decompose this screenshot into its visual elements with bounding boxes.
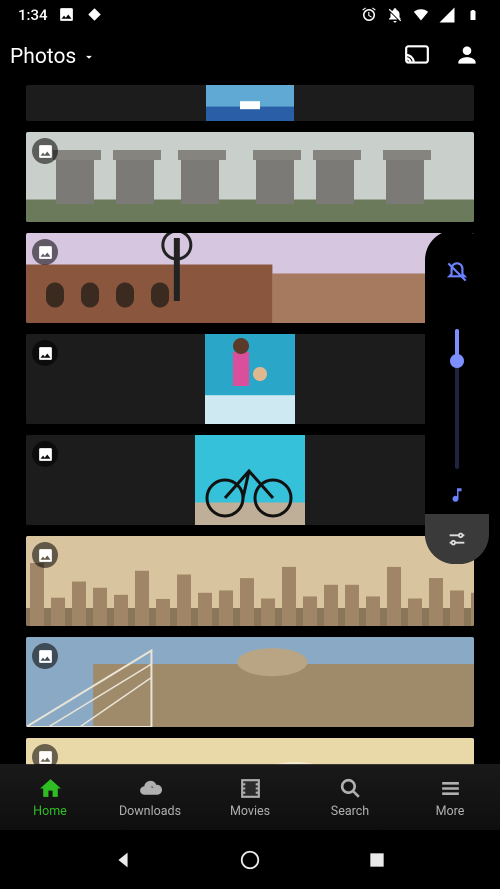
image-badge-icon: [32, 441, 58, 467]
app-title: Photos: [10, 45, 76, 69]
system-nav: [0, 830, 500, 889]
status-time: 1:34: [18, 6, 48, 24]
photo-item-louvre-paris[interactable]: [26, 637, 474, 727]
vibrate-off-icon: [444, 259, 470, 285]
image-badge-icon: [32, 643, 58, 669]
image-badge-icon: [32, 542, 58, 568]
system-home-button[interactable]: [238, 848, 262, 872]
nav-label: Movies: [230, 804, 270, 819]
bottom-nav: Home Downloads Movies Search More: [0, 764, 500, 830]
music-note-icon: [448, 486, 466, 508]
photo-thumbnail: [26, 738, 474, 765]
back-icon: [112, 849, 134, 871]
menu-icon: [438, 776, 463, 801]
app-title-dropdown[interactable]: Photos: [10, 45, 96, 69]
home-icon: [38, 776, 63, 801]
battery-icon: [464, 6, 482, 24]
photo-item-monument-sepia[interactable]: [26, 738, 474, 765]
image-badge-icon: [32, 340, 58, 366]
image-badge-icon: [32, 744, 58, 765]
photo-thumbnail: [26, 233, 474, 323]
nav-label: Home: [33, 804, 67, 819]
cloud-download-icon: [138, 776, 163, 801]
account-icon[interactable]: [454, 42, 480, 72]
photo-thumbnail: [26, 334, 474, 424]
movie-icon: [238, 776, 263, 801]
diamond-icon: [86, 6, 104, 24]
ringer-mode-button[interactable]: [425, 230, 489, 314]
volume-track: [455, 329, 459, 469]
signal-icon: [438, 6, 456, 24]
photo-item-stonehenge[interactable]: [26, 132, 474, 222]
image-badge-icon: [32, 138, 58, 164]
photo-thumbnail: [26, 85, 474, 121]
image-icon: [58, 6, 76, 24]
search-icon: [338, 776, 363, 801]
nav-label: Downloads: [119, 804, 181, 819]
system-recent-button[interactable]: [365, 848, 389, 872]
photo-item-kids-at-beach[interactable]: [26, 334, 474, 424]
nav-label: Search: [331, 804, 369, 819]
chevron-down-icon: [82, 50, 96, 64]
nav-search[interactable]: Search: [300, 764, 400, 830]
photo-thumbnail: [26, 637, 474, 727]
photo-thumbnail: [26, 132, 474, 222]
photo-item-boat-at-sea[interactable]: [26, 85, 474, 121]
notifications-off-icon: [386, 6, 404, 24]
nav-home[interactable]: Home: [0, 764, 100, 830]
photo-thumbnail: [26, 536, 474, 626]
status-bar: 1:34: [0, 0, 500, 29]
cast-icon[interactable]: [404, 42, 430, 72]
nav-downloads[interactable]: Downloads: [100, 764, 200, 830]
alarm-icon: [360, 6, 378, 24]
volume-thumb[interactable]: [450, 354, 464, 368]
square-icon: [367, 850, 387, 870]
image-badge-icon: [32, 239, 58, 265]
system-back-button[interactable]: [111, 848, 135, 872]
app-bar: Photos: [0, 29, 500, 85]
wifi-icon: [412, 6, 430, 24]
nav-more[interactable]: More: [400, 764, 500, 830]
nav-movies[interactable]: Movies: [200, 764, 300, 830]
volume-slider[interactable]: [425, 314, 489, 514]
circle-icon: [239, 849, 261, 871]
photo-thumbnail: [26, 435, 474, 525]
nav-label: More: [436, 804, 465, 819]
photo-item-bicycle-by-sea[interactable]: [26, 435, 474, 525]
photo-item-city-skyline-sepia[interactable]: [26, 536, 474, 626]
volume-panel: [425, 230, 489, 564]
sliders-icon: [446, 528, 468, 550]
photo-item-castle-and-lamp[interactable]: [26, 233, 474, 323]
